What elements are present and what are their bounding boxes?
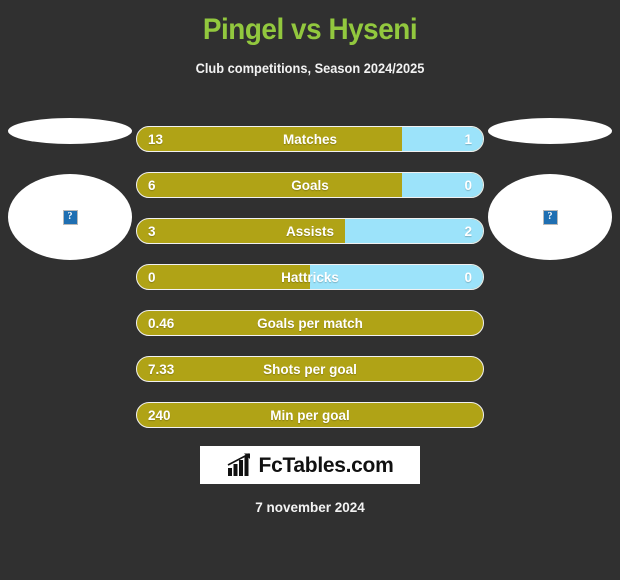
stat-away-value: 1 — [464, 132, 472, 147]
stat-label: Goals per match — [257, 316, 363, 331]
stat-row: 7.33 Shots per goal — [136, 356, 484, 382]
player-home-avatar: ? — [8, 174, 132, 260]
stat-row: 13 Matches 1 — [136, 126, 484, 152]
bar-chart-arrow-icon — [227, 453, 250, 476]
stat-label: Hattricks — [281, 270, 339, 285]
stat-label: Matches — [282, 132, 338, 147]
stat-label: Shots per goal — [263, 362, 357, 377]
stat-away-value: 2 — [464, 224, 472, 239]
stat-label: Min per goal — [270, 408, 350, 423]
broken-image-icon: ? — [62, 209, 78, 225]
page-title: Pingel vs Hyseni — [202, 13, 418, 46]
stat-away-value: 0 — [464, 270, 472, 285]
footer-date: 7 november 2024 — [255, 500, 365, 515]
stat-row: 0 Hattricks 0 — [136, 264, 484, 290]
stat-row: 240 Min per goal — [136, 402, 484, 428]
brand-logo[interactable]: FcTables.com — [200, 446, 420, 484]
stats-comparison-list: 13 Matches 1 6 Goals 0 3 Assists 2 0 Hattricks 0 0.4… — [136, 126, 484, 448]
player-away: ? — [488, 118, 612, 260]
player-home-name — [8, 118, 132, 144]
player-away-avatar: ? — [488, 174, 612, 260]
stat-row: 6 Goals 0 — [136, 172, 484, 198]
brand-name: FcTables.com — [258, 453, 394, 477]
stat-label: Assists — [285, 224, 335, 239]
stat-away-value: 0 — [464, 178, 472, 193]
stat-row: 0.46 Goals per match — [136, 310, 484, 336]
page-subtitle: Club competitions, Season 2024/2025 — [195, 61, 425, 76]
player-away-name — [488, 118, 612, 144]
player-home: ? — [8, 118, 132, 260]
stat-row: 3 Assists 2 — [136, 218, 484, 244]
broken-image-icon: ? — [542, 209, 558, 225]
stat-label: Goals — [291, 178, 329, 193]
